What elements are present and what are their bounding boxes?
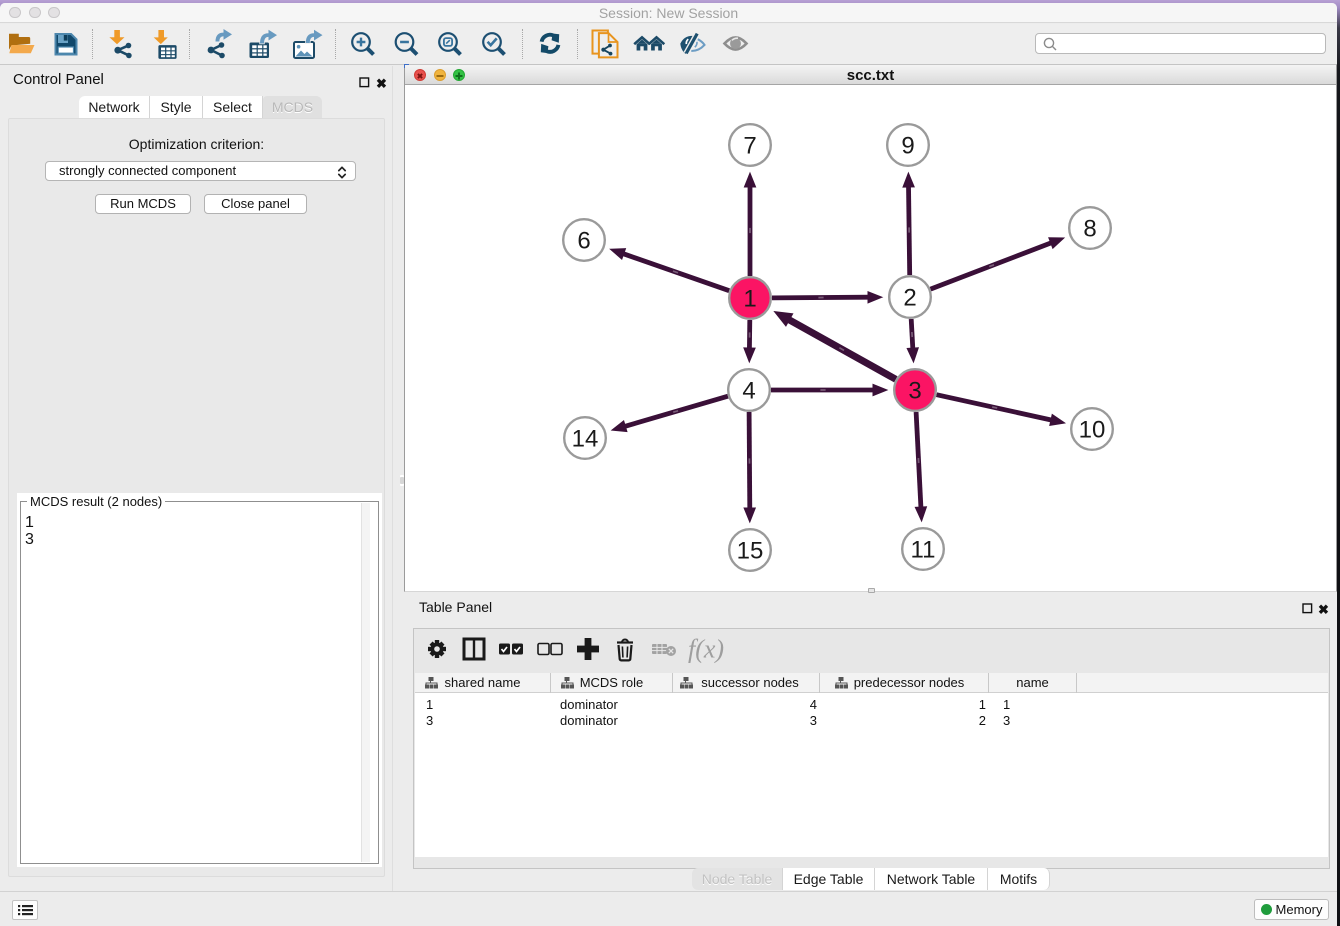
svg-text:3: 3 bbox=[908, 378, 921, 405]
svg-text:6: 6 bbox=[577, 228, 590, 255]
svg-text:1: 1 bbox=[743, 286, 756, 313]
svg-text:f(x): f(x) bbox=[688, 635, 724, 664]
svg-text:2: 2 bbox=[903, 285, 916, 312]
svg-text:15: 15 bbox=[737, 538, 764, 565]
svg-text:7: 7 bbox=[743, 133, 756, 160]
svg-text:11: 11 bbox=[911, 537, 936, 564]
svg-text:8: 8 bbox=[1083, 216, 1096, 243]
svg-text:14: 14 bbox=[572, 426, 599, 453]
svg-text:9: 9 bbox=[901, 133, 914, 160]
svg-text:4: 4 bbox=[742, 378, 755, 405]
svg-text:10: 10 bbox=[1079, 417, 1106, 444]
